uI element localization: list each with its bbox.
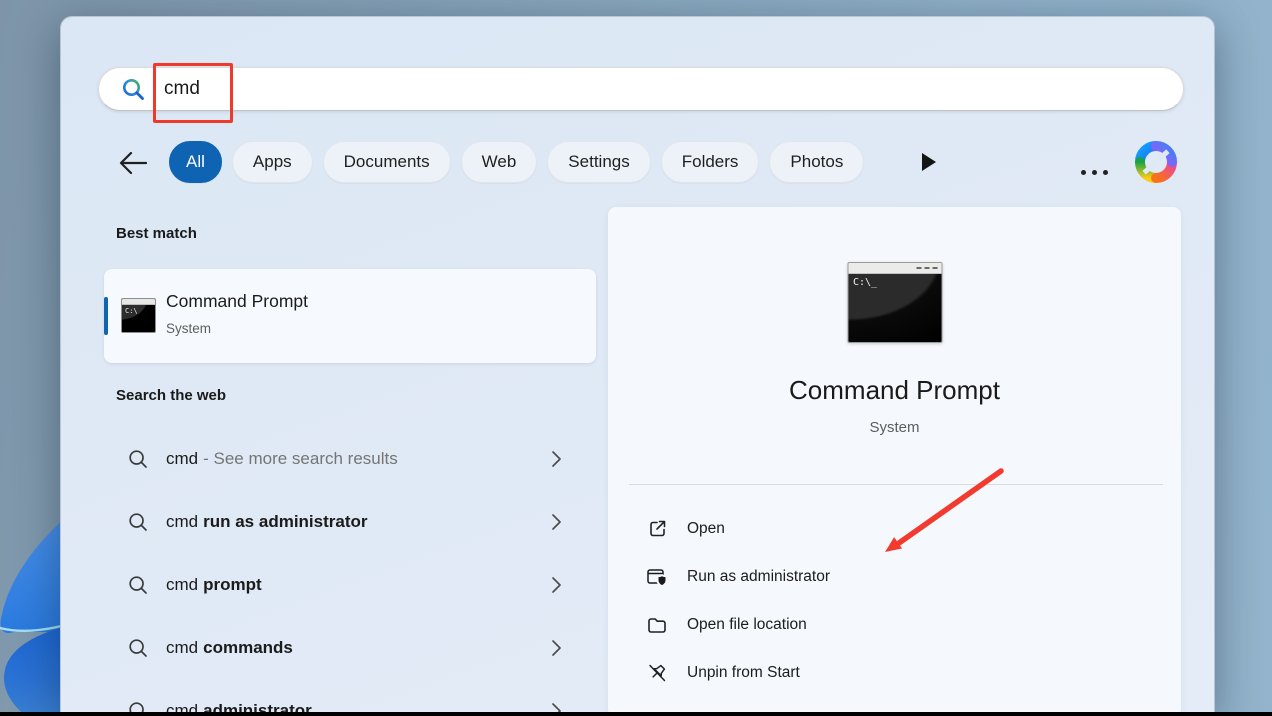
admin-shield-icon <box>647 569 668 588</box>
action-run-as-administrator[interactable]: Run as administrator <box>646 553 1146 601</box>
web-suggestion-row[interactable]: cmd - See more search results <box>104 434 596 484</box>
tab-label: All <box>186 152 205 171</box>
suggestion-query: cmd <box>166 449 199 468</box>
screen-bottom-edge <box>0 712 1272 716</box>
suggestion-suffix: run as administrator <box>203 512 368 531</box>
action-unpin-from-start[interactable]: Unpin from Start <box>646 649 1146 697</box>
tab-documents[interactable]: Documents <box>322 141 451 183</box>
back-button[interactable] <box>117 148 149 178</box>
action-open[interactable]: Open <box>646 505 1146 553</box>
search-icon <box>129 576 147 594</box>
annotation-highlight-box <box>153 63 233 123</box>
search-window: cmd All Apps Documents Web Settings Fold… <box>60 16 1215 716</box>
copilot-icon[interactable] <box>1134 140 1178 184</box>
search-web-heading: Search the web <box>116 387 227 404</box>
command-prompt-icon-large: C:\_ <box>847 262 942 343</box>
action-label: Open <box>687 520 725 537</box>
more-options-button[interactable] <box>1081 170 1108 175</box>
suggestion-suffix: prompt <box>203 575 262 594</box>
tab-all[interactable]: All <box>169 141 222 183</box>
tab-label: Web <box>481 152 517 171</box>
more-tabs-arrow-icon[interactable] <box>919 152 939 172</box>
tab-apps[interactable]: Apps <box>231 141 313 183</box>
best-match-heading: Best match <box>116 225 197 242</box>
tab-folders[interactable]: Folders <box>660 141 760 183</box>
unpin-icon <box>649 664 666 682</box>
chevron-right-icon <box>552 451 561 467</box>
detail-panel: C:\_ Command Prompt System Open Run as a… <box>608 207 1181 716</box>
detail-title: Command Prompt <box>789 375 1000 405</box>
tab-web[interactable]: Web <box>460 141 538 183</box>
web-suggestion-row[interactable]: cmd commands <box>104 623 596 673</box>
search-icon <box>129 450 147 468</box>
suggestion-suffix: - See more search results <box>203 449 398 468</box>
best-match-item[interactable]: C:\ Command Prompt System <box>104 269 596 363</box>
divider <box>629 484 1163 485</box>
best-match-title: Command Prompt <box>166 291 308 311</box>
search-icon <box>129 513 147 531</box>
command-prompt-icon: C:\ <box>121 298 156 333</box>
tab-photos[interactable]: Photos <box>769 141 865 183</box>
action-label: Open file location <box>687 616 807 633</box>
tab-label: Photos <box>790 152 844 171</box>
search-icon <box>129 639 147 657</box>
action-label: Unpin from Start <box>687 664 800 681</box>
suggestion-query: cmd <box>166 512 199 531</box>
tab-label: Settings <box>568 152 630 171</box>
tab-label: Apps <box>252 152 292 171</box>
folder-icon <box>648 618 666 633</box>
chevron-right-icon <box>552 577 561 593</box>
web-suggestion-row[interactable]: cmd run as administrator <box>104 497 596 547</box>
suggestion-suffix: commands <box>203 638 293 657</box>
tab-label: Documents <box>343 152 430 171</box>
search-bar[interactable]: cmd <box>98 67 1184 111</box>
desktop: cmd All Apps Documents Web Settings Fold… <box>0 0 1272 716</box>
tab-settings[interactable]: Settings <box>547 141 651 183</box>
chevron-right-icon <box>552 640 561 656</box>
action-label: Run as administrator <box>687 568 831 585</box>
open-external-icon <box>650 520 666 537</box>
search-icon <box>123 78 144 100</box>
action-open-file-location[interactable]: Open file location <box>646 601 1146 649</box>
web-suggestion-row[interactable]: cmd prompt <box>104 560 596 610</box>
chevron-right-icon <box>552 514 561 530</box>
suggestion-query: cmd <box>166 575 199 594</box>
filter-tabs: All Apps Documents Web Settings Folders … <box>169 141 865 183</box>
best-match-subtitle: System <box>166 321 212 336</box>
selection-accent-bar <box>104 297 108 335</box>
tab-label: Folders <box>681 152 739 171</box>
detail-subtitle: System <box>869 419 920 436</box>
suggestion-query: cmd <box>166 638 199 657</box>
